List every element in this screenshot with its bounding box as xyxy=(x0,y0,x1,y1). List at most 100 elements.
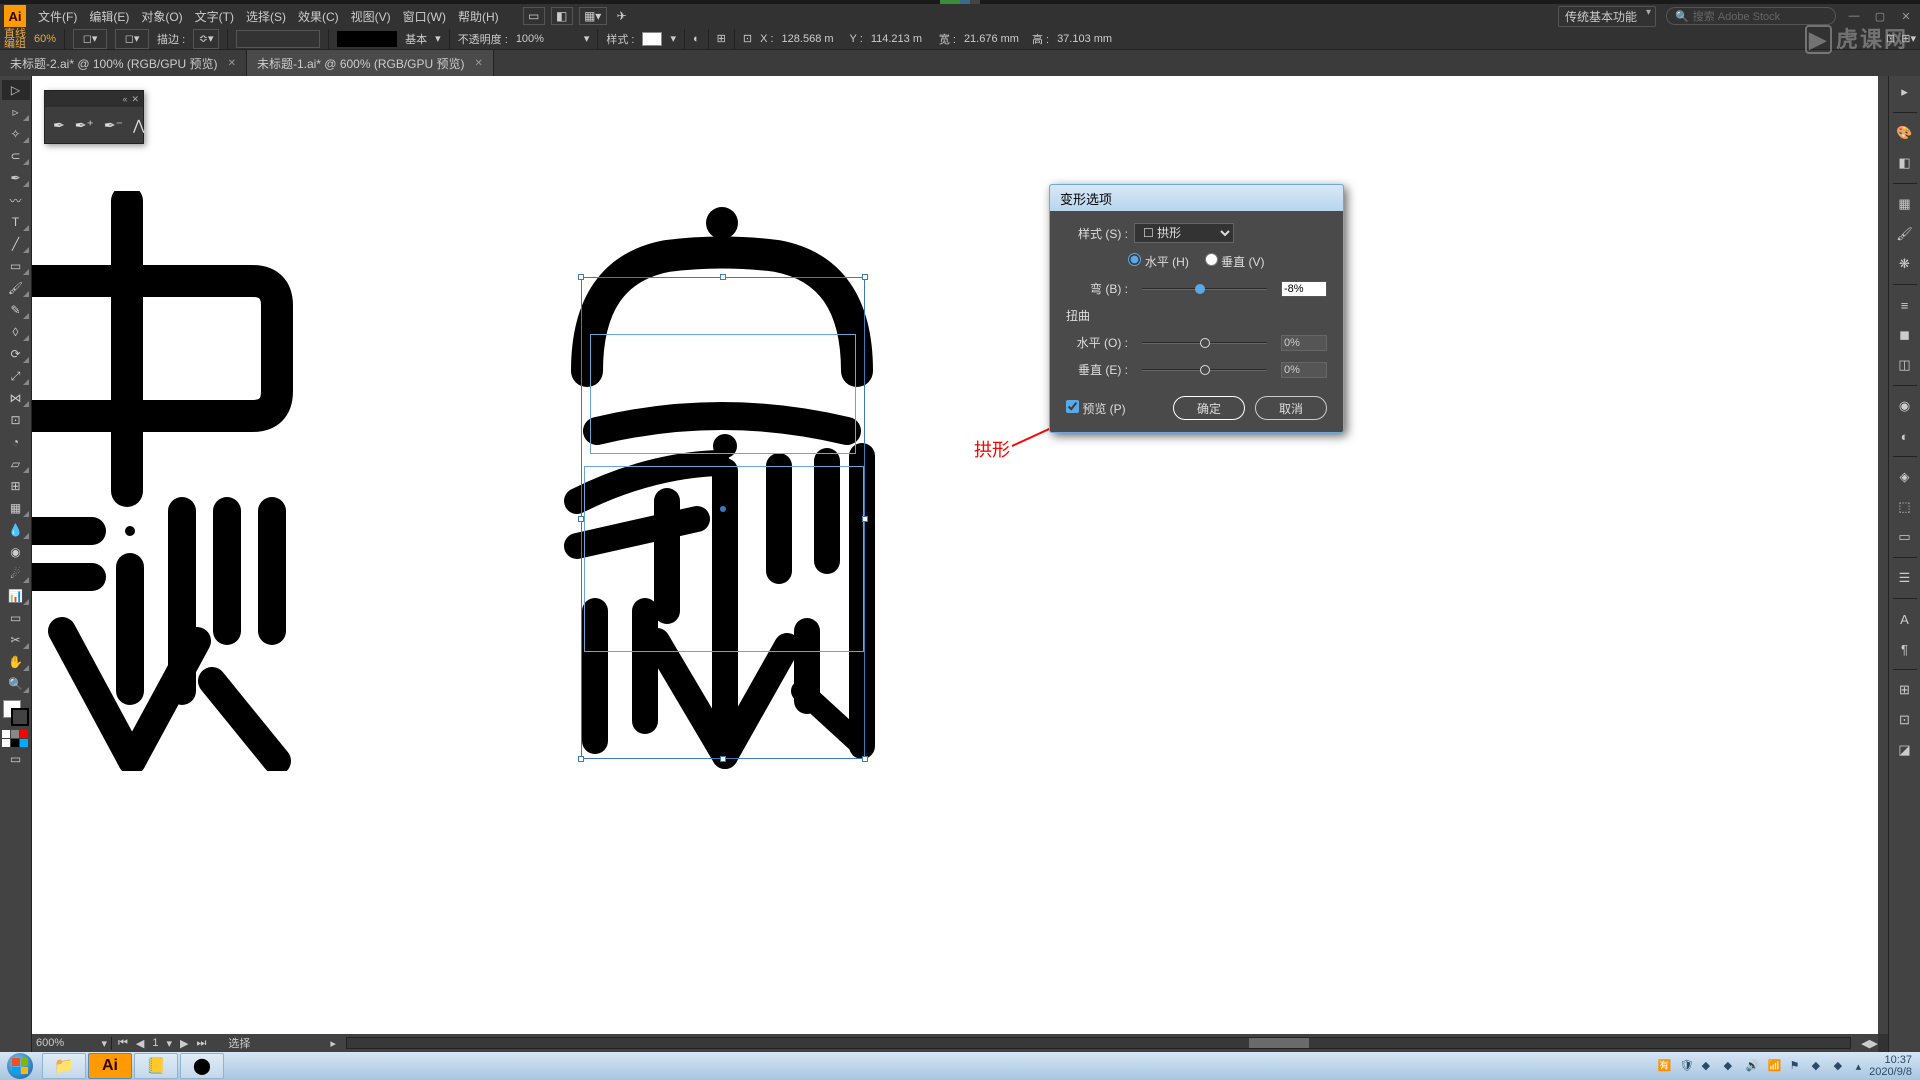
horizontal-radio[interactable]: 水平 (H) xyxy=(1128,253,1188,270)
panel-swatches-icon[interactable]: ▦ xyxy=(1892,192,1918,216)
eyedropper-tool[interactable]: 💧 xyxy=(2,520,30,540)
paintbrush-tool[interactable]: 🖌 xyxy=(2,278,30,298)
curvature-tool[interactable]: 〰 xyxy=(2,190,30,210)
zoom-tool[interactable]: 🔍 xyxy=(2,674,30,694)
bend-slider[interactable] xyxy=(1142,283,1267,295)
free-transform-tool[interactable]: ⊡ xyxy=(2,410,30,430)
tab-doc-1[interactable]: 未标题-2.ai* @ 100% (RGB/GPU 预览)✕ xyxy=(0,50,247,76)
panel-asset-export-icon[interactable]: ⬚ xyxy=(1892,495,1918,519)
tray-expand-icon[interactable]: ▴ xyxy=(1856,1060,1862,1073)
opacity-input[interactable] xyxy=(516,33,576,45)
cancel-button[interactable]: 取消 xyxy=(1255,396,1327,420)
menu-effect[interactable]: 效果(C) xyxy=(292,8,345,25)
panel-artboards-icon[interactable]: ▭ xyxy=(1892,525,1918,549)
magic-wand-tool[interactable]: ✧ xyxy=(2,124,30,144)
panel-layers-icon[interactable]: ◈ xyxy=(1892,465,1918,489)
screen-mode[interactable]: ▭ xyxy=(2,749,30,769)
canvas-area[interactable]: «✕ ✒ ✒⁺ ✒⁻ ⋀ 拱形 600%▾ ⏮◀1▾▶⏭ 选择 ▸ xyxy=(32,76,1888,1052)
dist-v-slider[interactable] xyxy=(1142,364,1267,376)
tray-app2-icon[interactable]: ◆ xyxy=(1724,1059,1738,1073)
line-tool[interactable]: ╱ xyxy=(2,234,30,254)
menu-view[interactable]: 视图(V) xyxy=(345,8,397,25)
panel-libraries-icon[interactable]: ☰ xyxy=(1892,566,1918,590)
warp-style-select[interactable]: ☐ 拱形 xyxy=(1134,223,1234,243)
tray-shield-icon[interactable]: 🛡 xyxy=(1680,1059,1694,1073)
preview-checkbox[interactable]: 预览 (P) xyxy=(1066,400,1126,417)
vertical-radio[interactable]: 垂直 (V) xyxy=(1205,253,1265,270)
tab-doc-2[interactable]: 未标题-1.ai* @ 600% (RGB/GPU 预览)✕ xyxy=(247,50,494,76)
tray-app4-icon[interactable]: ◆ xyxy=(1834,1059,1848,1073)
brush-convert-icon[interactable]: ⋀ xyxy=(133,117,144,134)
panel-transparency-icon[interactable]: ◫ xyxy=(1892,353,1918,377)
stroke-swatch-dd[interactable]: ◻▾ xyxy=(115,29,149,49)
x-input[interactable] xyxy=(782,33,842,45)
system-tray[interactable]: 🈶 🛡 ◆ ◆ 🔊 📶 ⚑ ◆ ◆ ▴ 10:37 2020/9/8 xyxy=(1650,1054,1920,1078)
panel-collapse-icon[interactable]: « xyxy=(122,94,127,104)
tray-flag-icon[interactable]: ⚑ xyxy=(1790,1059,1804,1073)
task-notes[interactable]: 📒 xyxy=(134,1053,178,1079)
task-illustrator[interactable]: Ai xyxy=(88,1053,132,1079)
scale-tool[interactable]: ⤢ xyxy=(2,366,30,386)
menu-window[interactable]: 窗口(W) xyxy=(397,8,452,25)
panel-symbols-icon[interactable]: ❋ xyxy=(1892,252,1918,276)
transform-icon[interactable]: ⊡ xyxy=(743,32,752,45)
width-tool[interactable]: ⋈ xyxy=(2,388,30,408)
panel-transform-icon[interactable]: ⊡ xyxy=(1892,708,1918,732)
brush-add-anchor-icon[interactable]: ✒⁺ xyxy=(75,117,94,134)
brush-tool-icon[interactable]: ✒ xyxy=(53,117,65,134)
start-button[interactable] xyxy=(0,1052,40,1080)
tray-app1-icon[interactable]: ◆ xyxy=(1702,1059,1716,1073)
w-input[interactable] xyxy=(964,33,1024,45)
menu-edit[interactable]: 编辑(E) xyxy=(83,8,135,25)
direct-selection-tool[interactable]: ▹ xyxy=(2,102,30,122)
graph-tool[interactable]: 📊 xyxy=(2,586,30,606)
menu-select[interactable]: 选择(S) xyxy=(240,8,292,25)
menu-object[interactable]: 对象(O) xyxy=(135,8,188,25)
pen-tool[interactable]: ✒ xyxy=(2,168,30,188)
tray-volume-icon[interactable]: 🔊 xyxy=(1746,1059,1760,1073)
gradient-tool[interactable]: ▦ xyxy=(2,498,30,518)
workspace-switcher[interactable]: 传统基本功能 xyxy=(1558,6,1656,27)
dist-h-slider[interactable] xyxy=(1142,337,1267,349)
graphic-style-swatch[interactable] xyxy=(642,32,662,46)
fill-swatch-dd[interactable]: ◻▾ xyxy=(73,29,107,49)
color-mode-toggles[interactable] xyxy=(2,730,30,747)
brush-del-anchor-icon[interactable]: ✒⁻ xyxy=(104,117,123,134)
rectangle-tool[interactable]: ▭ xyxy=(2,256,30,276)
task-obs[interactable]: ⬤ xyxy=(180,1053,224,1079)
tab-close-icon[interactable]: ✕ xyxy=(475,58,483,69)
type-tool[interactable]: T xyxy=(2,212,30,232)
shape-builder-tool[interactable]: ◔ xyxy=(2,432,30,452)
panel-para-icon[interactable]: ¶ xyxy=(1892,637,1918,661)
artboard-navigator[interactable]: ⏮◀1▾▶⏭ xyxy=(116,1037,208,1050)
perspective-tool[interactable]: ▱ xyxy=(2,454,30,474)
horizontal-scrollbar[interactable] xyxy=(346,1037,1851,1049)
panel-properties-icon[interactable]: ▸ xyxy=(1892,80,1918,104)
align-icon[interactable]: ⊞ xyxy=(717,32,726,45)
menu-type[interactable]: 文字(T) xyxy=(189,8,240,25)
stroke-weight[interactable]: ≎▾ xyxy=(193,29,219,49)
panel-close-icon[interactable]: ✕ xyxy=(131,94,139,105)
taskbar-clock[interactable]: 10:37 2020/9/8 xyxy=(1869,1054,1912,1078)
h-input[interactable] xyxy=(1057,33,1117,45)
panel-brushes-icon[interactable]: 🖌 xyxy=(1892,222,1918,246)
recolor-icon[interactable]: ◐ xyxy=(693,33,700,45)
rotate-tool[interactable]: ⟳ xyxy=(2,344,30,364)
menu-help[interactable]: 帮助(H) xyxy=(452,8,505,25)
selection-tool[interactable]: ▷ xyxy=(2,80,30,100)
panel-align-icon[interactable]: ⊞ xyxy=(1892,678,1918,702)
y-input[interactable] xyxy=(871,33,931,45)
panel-gradient-icon[interactable]: ◼ xyxy=(1892,323,1918,347)
symbol-sprayer-tool[interactable]: ☄ xyxy=(2,564,30,584)
eraser-tool[interactable]: ◊ xyxy=(2,322,30,342)
panel-pathfinder-icon[interactable]: ◪ xyxy=(1892,738,1918,762)
panel-graphic-styles-icon[interactable]: ◐ xyxy=(1892,424,1918,448)
panel-appearance-icon[interactable]: ◉ xyxy=(1892,394,1918,418)
panel-color-icon[interactable]: 🎨 xyxy=(1892,121,1918,145)
shaper-tool[interactable]: ✎ xyxy=(2,300,30,320)
send-icon[interactable]: ✈ xyxy=(617,9,627,23)
vertical-scrollbar[interactable] xyxy=(1878,76,1888,1034)
doc-btn-2[interactable]: ◧ xyxy=(551,7,573,25)
floating-brush-panel[interactable]: « ✕ ✒ ✒⁺ ✒⁻ ⋀ xyxy=(44,90,144,144)
menu-file[interactable]: 文件(F) xyxy=(32,8,83,25)
